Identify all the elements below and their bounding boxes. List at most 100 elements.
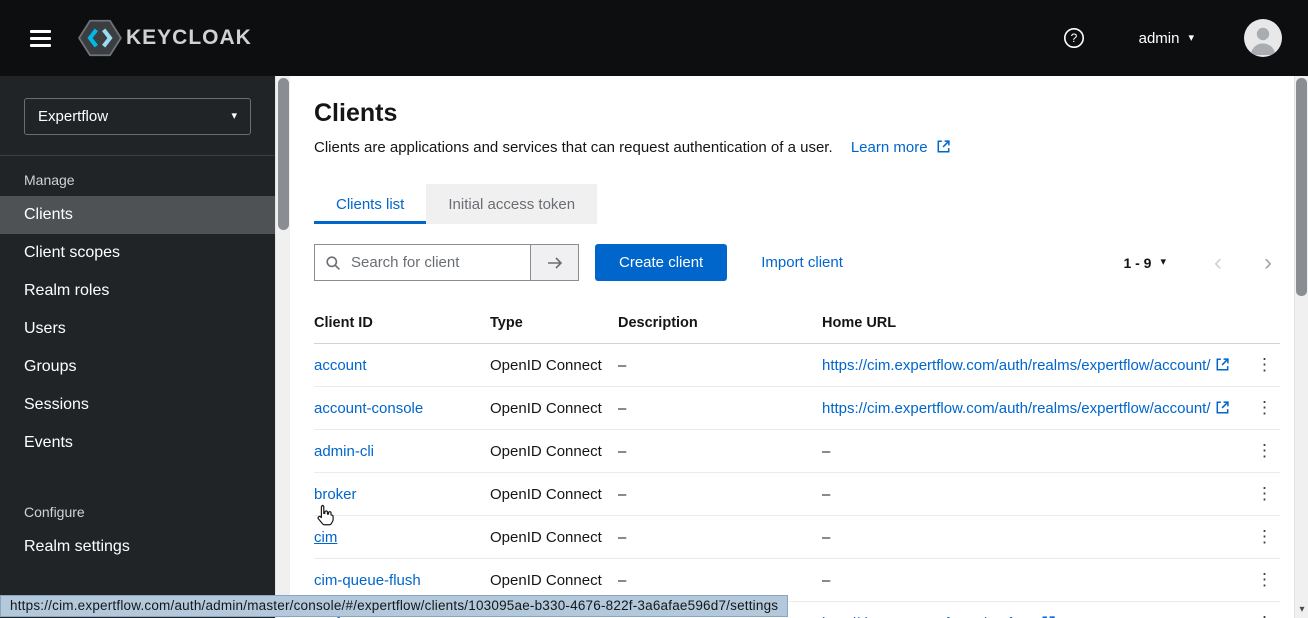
client-id-link[interactable]: cim xyxy=(314,529,337,546)
row-actions-cell: ⋮ xyxy=(1240,343,1280,387)
tab-initial-access-token[interactable]: Initial access token xyxy=(426,184,598,224)
client-home-url-cell: – xyxy=(822,472,1240,516)
home-url-empty: – xyxy=(822,571,831,589)
avatar-icon xyxy=(1244,19,1282,57)
sidebar-scrollbar-thumb[interactable] xyxy=(278,78,289,230)
tab-clients-list[interactable]: Clients list xyxy=(314,184,427,224)
row-kebab-menu-button[interactable]: ⋮ xyxy=(1249,525,1280,549)
vertical-scrollbar[interactable]: ▾ xyxy=(1294,76,1308,618)
row-kebab-menu-button[interactable]: ⋮ xyxy=(1249,611,1280,618)
home-url-link[interactable]: https://cim.expertflow.com/auth/realms/e… xyxy=(822,400,1229,417)
sidebar-item-users[interactable]: Users xyxy=(0,310,275,348)
tabs: Clients list Initial access token xyxy=(314,184,1280,224)
client-id-link[interactable]: account-console xyxy=(314,400,423,417)
username-label: admin xyxy=(1138,29,1180,47)
help-button[interactable]: ? xyxy=(1063,27,1085,49)
search-box xyxy=(314,244,531,281)
table-row: account-console OpenID Connect – https:/… xyxy=(314,386,1280,430)
nav-toggle-button[interactable] xyxy=(26,24,55,53)
client-id-link[interactable]: account xyxy=(314,357,367,374)
sidebar: Expertflow ▾ Manage Clients Client scope… xyxy=(0,76,275,618)
page-subtitle: Clients are applications and services th… xyxy=(314,139,833,156)
keycloak-logo-icon xyxy=(78,19,122,57)
client-description-cell: – xyxy=(618,472,822,516)
sidebar-item-clients[interactable]: Clients xyxy=(0,196,275,234)
search-input[interactable] xyxy=(349,253,520,272)
sidebar-item-realm-settings[interactable]: Realm settings xyxy=(0,528,275,566)
client-home-url-cell: – xyxy=(822,558,1240,602)
masthead: KEYCLOAK ? admin ▾ xyxy=(0,0,1308,76)
hamburger-icon xyxy=(30,29,51,33)
home-url-link[interactable]: http://devops242.ef.com/grafana xyxy=(822,615,1055,618)
table-row: cim OpenID Connect – – ⋮ xyxy=(314,515,1280,559)
caret-down-icon: ▾ xyxy=(1188,31,1194,44)
row-actions-cell: ⋮ xyxy=(1240,515,1280,559)
row-kebab-menu-button[interactable]: ⋮ xyxy=(1249,439,1280,463)
pagination: 1 - 9 ▾ ‹ › xyxy=(1123,250,1280,275)
sidebar-scrollbar[interactable] xyxy=(275,76,290,618)
client-id-link[interactable]: broker xyxy=(314,486,357,503)
help-icon: ? xyxy=(1063,28,1084,48)
col-header-type: Type xyxy=(490,303,618,344)
pagination-caret-icon[interactable]: ▾ xyxy=(1160,257,1166,268)
table-row: broker OpenID Connect – – ⋮ xyxy=(314,472,1280,516)
row-kebab-menu-button[interactable]: ⋮ xyxy=(1249,353,1280,377)
user-menu-button[interactable]: admin ▾ xyxy=(1133,29,1200,48)
home-url-link[interactable]: https://cim.expertflow.com/auth/realms/e… xyxy=(822,357,1229,374)
configure-nav-list: Realm settings xyxy=(0,528,275,566)
clients-table: Client ID Type Description Home URL acco… xyxy=(314,303,1280,618)
search-submit-button[interactable] xyxy=(531,244,579,281)
main-content: Clients Clients are applications and ser… xyxy=(290,76,1294,618)
client-id-cell: admin-cli xyxy=(314,429,490,473)
row-kebab-menu-button[interactable]: ⋮ xyxy=(1249,396,1280,420)
home-url-empty: – xyxy=(822,485,831,503)
client-type-cell: OpenID Connect xyxy=(490,515,618,559)
sidebar-item-events[interactable]: Events xyxy=(0,424,275,462)
client-home-url-cell: – xyxy=(822,515,1240,559)
home-url-empty: – xyxy=(822,528,831,546)
sidebar-item-sessions[interactable]: Sessions xyxy=(0,386,275,424)
client-home-url-cell: https://cim.expertflow.com/auth/realms/e… xyxy=(822,386,1240,430)
client-id-link[interactable]: admin-cli xyxy=(314,443,374,460)
home-url-empty: – xyxy=(822,442,831,460)
caret-down-icon: ▾ xyxy=(231,110,237,122)
vertical-scrollbar-thumb[interactable] xyxy=(1296,78,1307,296)
clients-table-body: account OpenID Connect – https://cim.exp… xyxy=(314,343,1280,618)
pagination-range[interactable]: 1 - 9 xyxy=(1123,255,1151,271)
svg-text:?: ? xyxy=(1070,31,1077,45)
pagination-prev-button[interactable]: ‹ xyxy=(1214,250,1222,275)
client-home-url-cell: https://cim.expertflow.com/auth/realms/e… xyxy=(822,343,1240,387)
external-link-icon xyxy=(1216,400,1229,413)
sidebar-item-groups[interactable]: Groups xyxy=(0,348,275,386)
keycloak-brand: KEYCLOAK xyxy=(77,18,252,58)
sidebar-item-client-scopes[interactable]: Client scopes xyxy=(0,234,275,272)
row-actions-cell: ⋮ xyxy=(1240,558,1280,602)
manage-nav-list: Clients Client scopes Realm roles Users … xyxy=(0,196,275,462)
client-description-cell: – xyxy=(618,386,822,430)
client-type-cell: OpenID Connect xyxy=(490,343,618,387)
row-kebab-menu-button[interactable]: ⋮ xyxy=(1249,482,1280,506)
pagination-next-button[interactable]: › xyxy=(1264,250,1272,275)
row-actions-cell: ⋮ xyxy=(1240,429,1280,473)
sidebar-item-realm-roles[interactable]: Realm roles xyxy=(0,272,275,310)
external-link-icon xyxy=(1216,357,1229,370)
learn-more-link[interactable]: Learn more xyxy=(851,139,950,156)
table-row: admin-cli OpenID Connect – – ⋮ xyxy=(314,429,1280,473)
import-client-link[interactable]: Import client xyxy=(761,254,843,271)
table-row: account OpenID Connect – https://cim.exp… xyxy=(314,343,1280,387)
realm-selector-dropdown[interactable]: Expertflow ▾ xyxy=(24,98,251,135)
row-kebab-menu-button[interactable]: ⋮ xyxy=(1249,568,1280,592)
client-home-url-cell: http://devops242.ef.com/grafana xyxy=(822,601,1240,618)
avatar-button[interactable] xyxy=(1244,19,1282,57)
sidebar-section-configure: Configure Realm settings xyxy=(0,488,275,566)
realm-name: Expertflow xyxy=(38,108,109,125)
section-title-manage: Manage xyxy=(24,172,75,188)
client-id-link[interactable]: cim-queue-flush xyxy=(314,572,421,589)
statusbar-link-preview: https://cim.expertflow.com/auth/admin/ma… xyxy=(0,595,789,617)
scrollbar-down-arrow-icon[interactable]: ▾ xyxy=(1295,604,1308,615)
client-description-cell: – xyxy=(618,429,822,473)
client-type-cell: OpenID Connect xyxy=(490,386,618,430)
col-header-description: Description xyxy=(618,303,822,344)
create-client-button[interactable]: Create client xyxy=(595,244,728,281)
page-subtitle-row: Clients are applications and services th… xyxy=(314,138,1280,158)
